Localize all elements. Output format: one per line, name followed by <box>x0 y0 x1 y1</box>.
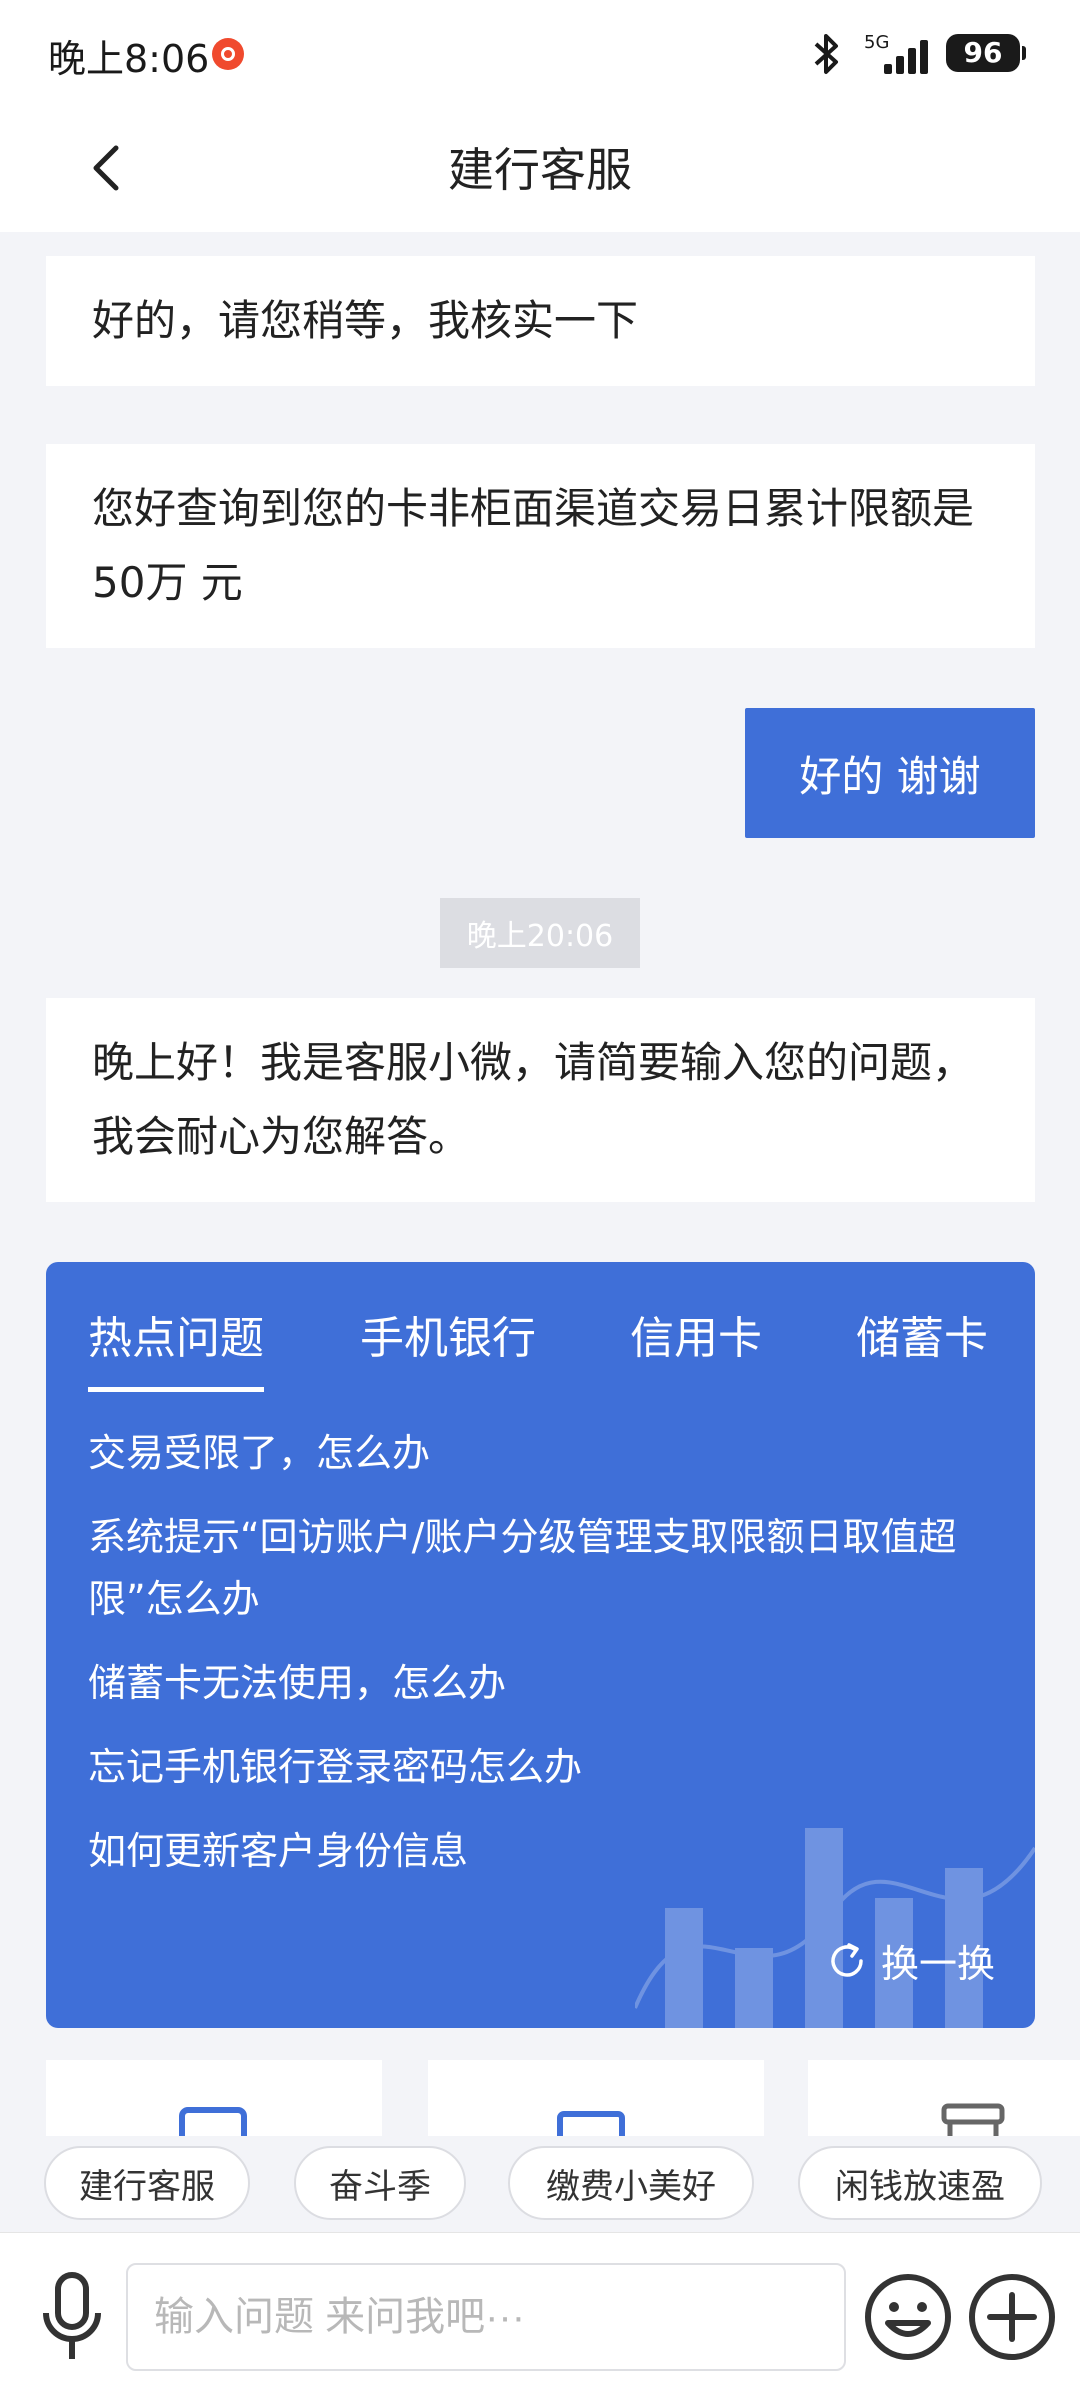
service-cards <box>0 2060 1080 2136</box>
message-input-box <box>126 2263 846 2371</box>
chat-timestamp: 晚上20:06 <box>440 898 640 968</box>
tab-mobile-banking[interactable]: 手机银行 <box>360 1302 536 1366</box>
message-text: 您好查询到您的卡非柜面渠道交易日累计限额是 50万 元 <box>92 484 975 607</box>
status-time: 晚上8:06 <box>48 37 210 81</box>
faq-item[interactable]: 系统提示“回访账户/账户分级管理支取限额日取值超限”怎么办 <box>88 1506 1008 1630</box>
agent-message: 您好查询到您的卡非柜面渠道交易日累计限额是 50万 元 <box>46 444 1035 648</box>
card-icon <box>941 2103 1005 2136</box>
chip[interactable]: 奋斗季 <box>294 2146 466 2220</box>
quick-chips: 建行客服 奋斗季 缴费小美好 闲钱放速盈 <box>0 2136 1080 2232</box>
message-text: 晚上好！我是客服小微，请简要输入您的问题，我会耐心为您解答。 <box>92 1038 975 1161</box>
page-title: 建行客服 <box>448 143 632 197</box>
battery-icon: 96 <box>946 34 1026 72</box>
faq-item[interactable]: 储蓄卡无法使用，怎么办 <box>88 1652 1008 1714</box>
chip[interactable]: 缴费小美好 <box>508 2146 754 2220</box>
bluetooth-icon <box>814 34 838 74</box>
tab-hot-questions[interactable]: 热点问题 <box>88 1302 264 1392</box>
service-card[interactable] <box>46 2060 382 2136</box>
header: 建行客服 <box>0 108 1080 232</box>
agent-message: 晚上好！我是客服小微，请简要输入您的问题，我会耐心为您解答。 <box>46 998 1035 1202</box>
message-input[interactable] <box>154 2294 844 2340</box>
tab-debit-card[interactable]: 储蓄卡 <box>856 1302 988 1366</box>
chip[interactable]: 建行客服 <box>44 2146 250 2220</box>
emoji-icon[interactable] <box>862 2271 954 2363</box>
decorative-chart-graphic <box>635 1828 1035 2028</box>
user-message: 好的 谢谢 <box>745 708 1035 838</box>
message-text: 好的 谢谢 <box>799 751 981 801</box>
faq-tabs: 热点问题 手机银行 信用卡 储蓄卡 <box>46 1262 1035 1392</box>
refresh-button[interactable]: 换一换 <box>827 1933 995 1988</box>
faq-item[interactable]: 交易受限了，怎么办 <box>88 1422 1008 1484</box>
microphone-icon[interactable] <box>36 2269 108 2365</box>
card-icon <box>179 2107 247 2136</box>
signal-icon <box>884 36 932 74</box>
service-card[interactable] <box>808 2060 1080 2136</box>
faq-item[interactable]: 忘记手机银行登录密码怎么办 <box>88 1736 1008 1798</box>
message-text: 好的，请您稍等，我核实一下 <box>92 296 639 345</box>
status-bar: 晚上8:06 5G 96 <box>0 0 1080 108</box>
refresh-icon <box>831 1942 863 1977</box>
card-icon <box>557 2111 625 2136</box>
service-card[interactable] <box>428 2060 764 2136</box>
faq-card: 热点问题 手机银行 信用卡 储蓄卡 交易受限了，怎么办 系统提示“回访账户/账户… <box>46 1262 1035 2028</box>
plus-icon[interactable] <box>966 2271 1058 2363</box>
notification-badge-icon <box>212 38 244 70</box>
input-bar <box>0 2232 1080 2400</box>
chip[interactable]: 闲钱放速盈 <box>798 2146 1042 2220</box>
refresh-label: 换一换 <box>880 1942 995 1986</box>
agent-message: 好的，请您稍等，我核实一下 <box>46 256 1035 386</box>
tab-credit-card[interactable]: 信用卡 <box>630 1302 762 1366</box>
